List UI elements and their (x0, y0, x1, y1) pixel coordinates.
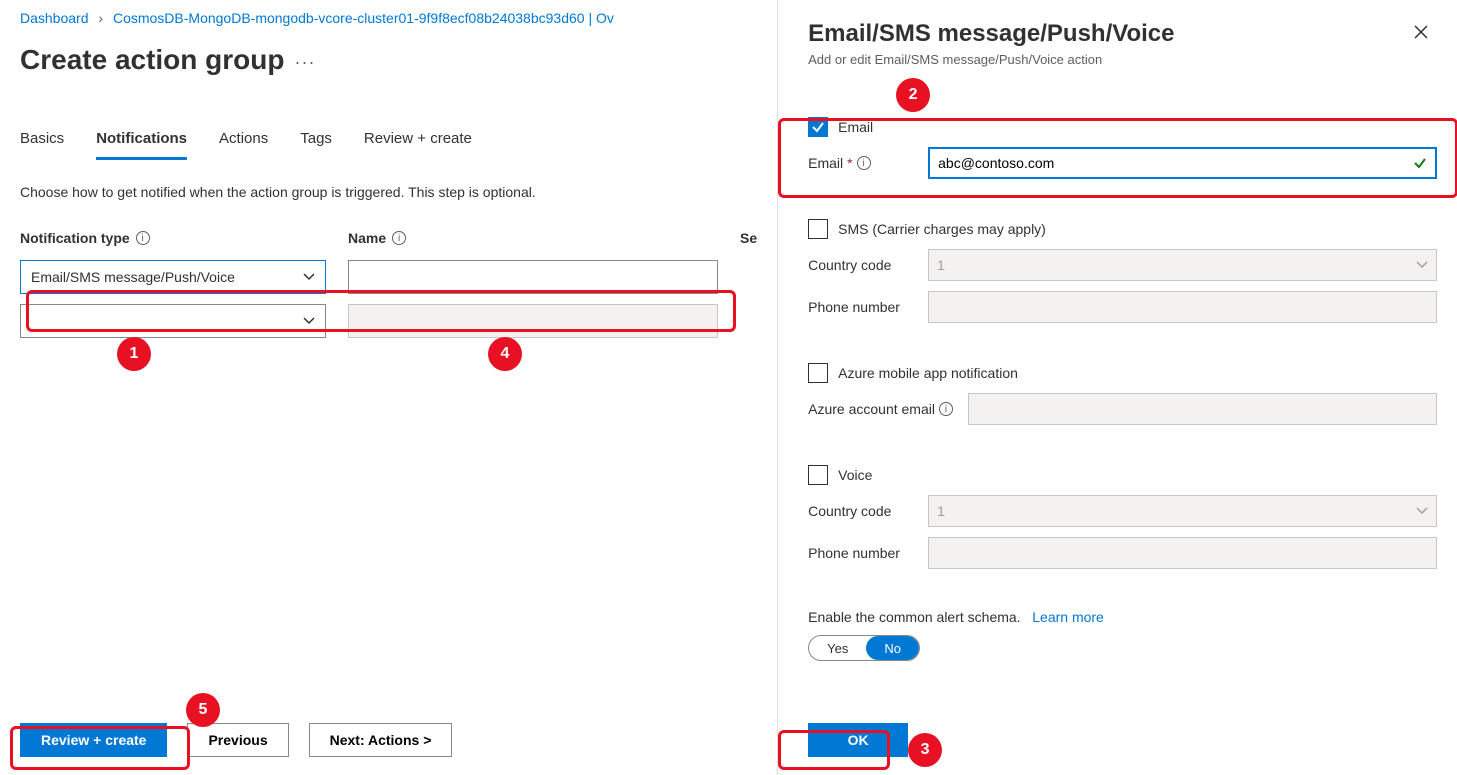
column-header-name: Name (348, 230, 386, 246)
voice-phone-label: Phone number (808, 545, 900, 561)
info-icon[interactable]: i (136, 231, 150, 245)
check-icon (1413, 156, 1427, 170)
azure-app-checkbox[interactable] (808, 363, 828, 383)
azure-email-label: Azure account email (808, 401, 935, 417)
tab-basics[interactable]: Basics (20, 130, 64, 160)
voice-country-code-label: Country code (808, 503, 891, 519)
sms-phone-input (928, 291, 1437, 323)
country-code-label: Country code (808, 257, 891, 273)
email-field-label: Email (808, 155, 843, 171)
notification-type-select-empty[interactable] (20, 304, 326, 338)
phone-number-label: Phone number (808, 299, 900, 315)
tab-actions[interactable]: Actions (219, 130, 268, 160)
common-schema-toggle[interactable]: Yes No (808, 635, 920, 661)
notification-name-input[interactable] (348, 260, 718, 294)
panel-title: Email/SMS message/Push/Voice (808, 20, 1437, 48)
email-checkbox-label: Email (838, 119, 873, 135)
callout-3: 3 (908, 733, 942, 767)
page-title: Create action group (20, 44, 284, 76)
close-icon[interactable] (1413, 24, 1429, 40)
select-value: 1 (937, 257, 945, 273)
breadcrumb-dashboard[interactable]: Dashboard (20, 10, 89, 26)
column-header-type: Notification type (20, 230, 130, 246)
tab-review[interactable]: Review + create (364, 130, 472, 160)
column-header-selected: Se (740, 230, 757, 246)
toggle-yes[interactable]: Yes (809, 636, 866, 660)
azure-app-checkbox-label: Azure mobile app notification (838, 365, 1018, 381)
breadcrumb: Dashboard › CosmosDB-MongoDB-mongodb-vco… (20, 10, 757, 26)
voice-phone-input (928, 537, 1437, 569)
voice-country-code-select: 1 (928, 495, 1437, 527)
voice-checkbox-label: Voice (838, 467, 872, 483)
callout-5: 5 (186, 693, 220, 727)
voice-checkbox[interactable] (808, 465, 828, 485)
common-schema-label: Enable the common alert schema. (808, 609, 1020, 625)
select-value: Email/SMS message/Push/Voice (31, 269, 235, 285)
panel-subtitle: Add or edit Email/SMS message/Push/Voice… (808, 52, 1437, 67)
next-actions-button[interactable]: Next: Actions > (309, 723, 453, 757)
chevron-right-icon: › (98, 10, 103, 26)
tab-notifications[interactable]: Notifications (96, 130, 187, 160)
callout-2: 2 (896, 78, 930, 112)
learn-more-link[interactable]: Learn more (1032, 609, 1104, 625)
toggle-no[interactable]: No (866, 636, 919, 660)
chevron-down-icon (303, 271, 315, 283)
check-icon (811, 120, 825, 134)
info-icon[interactable]: i (857, 156, 871, 170)
sms-country-code-select: 1 (928, 249, 1437, 281)
previous-button[interactable]: Previous (187, 723, 288, 757)
sms-checkbox[interactable] (808, 219, 828, 239)
callout-1: 1 (117, 337, 151, 371)
chevron-down-icon (1416, 505, 1428, 517)
more-icon[interactable]: ··· (294, 52, 315, 73)
chevron-down-icon (1416, 259, 1428, 271)
tabs: Basics Notifications Actions Tags Review… (20, 130, 757, 160)
callout-4: 4 (488, 337, 522, 371)
select-value: 1 (937, 503, 945, 519)
help-text: Choose how to get notified when the acti… (20, 184, 757, 200)
required-icon: * (847, 155, 852, 171)
notification-name-input-disabled (348, 304, 718, 338)
email-field[interactable] (928, 147, 1437, 179)
breadcrumb-resource[interactable]: CosmosDB-MongoDB-mongodb-vcore-cluster01… (113, 10, 614, 26)
info-icon[interactable]: i (392, 231, 406, 245)
chevron-down-icon (303, 315, 315, 327)
sms-checkbox-label: SMS (Carrier charges may apply) (838, 221, 1046, 237)
notification-type-select[interactable]: Email/SMS message/Push/Voice (20, 260, 326, 294)
azure-email-input (968, 393, 1437, 425)
review-create-button[interactable]: Review + create (20, 723, 167, 757)
email-checkbox[interactable] (808, 117, 828, 137)
tab-tags[interactable]: Tags (300, 130, 332, 160)
email-input[interactable] (938, 149, 1405, 177)
ok-button[interactable]: OK (808, 723, 908, 757)
info-icon[interactable]: i (939, 402, 953, 416)
